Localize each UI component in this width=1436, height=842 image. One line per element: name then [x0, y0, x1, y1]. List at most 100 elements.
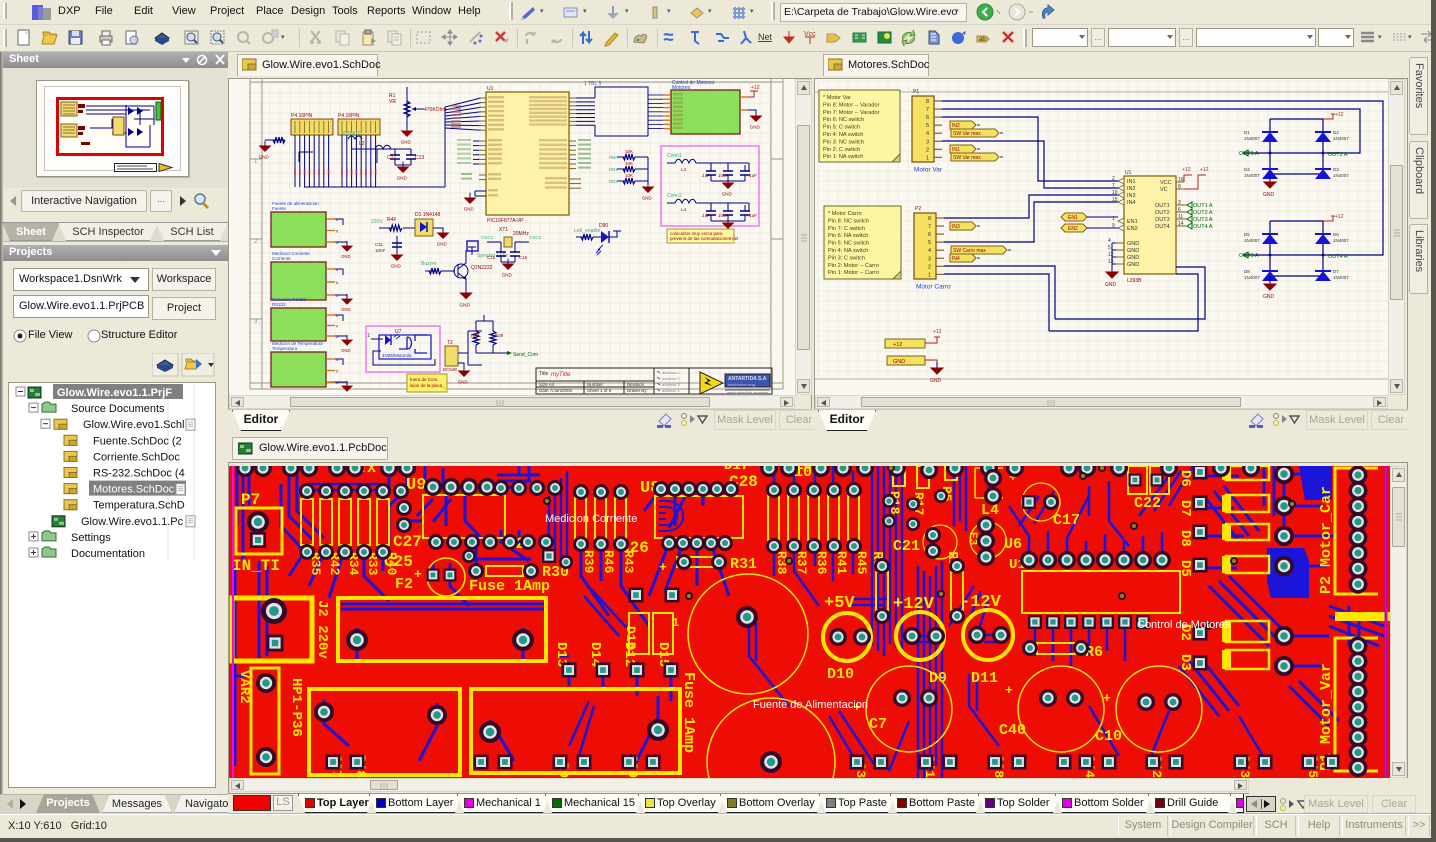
svg-text:1N4007: 1N4007 [1244, 275, 1260, 280]
svg-text:+5V: +5V [824, 594, 855, 613]
svg-text:Conn1: Conn1 [667, 153, 682, 159]
svg-text:EN2: EN2 [1068, 226, 1078, 232]
svg-text:C11: C11 [375, 242, 383, 247]
svg-text:Corriente: Corriente [272, 256, 291, 261]
svg-text:D8: D8 [1244, 269, 1250, 274]
svg-text:8: 8 [1178, 184, 1181, 190]
svg-text:D17: D17 [724, 466, 749, 474]
svg-text:R41: R41 [834, 551, 849, 575]
svg-text:Pin 4: NA switch: Pin 4: NA switch [823, 132, 863, 138]
svg-text:Pin 1: Motor -- Carro: Pin 1: Motor -- Carro [828, 270, 879, 276]
svg-text:D10: D10 [827, 666, 854, 683]
svg-text:2: 2 [1112, 176, 1115, 182]
svg-text:J2 220v: J2 220v [314, 600, 330, 659]
svg-text:C13: C13 [415, 155, 424, 161]
svg-text:P7: P7 [241, 491, 260, 509]
svg-text:14: 14 [1178, 221, 1184, 227]
svg-text:1N4007: 1N4007 [1333, 238, 1349, 243]
svg-text:C12: C12 [387, 155, 396, 161]
svg-text:+: + [659, 560, 667, 575]
svg-text:Medicion Corriente: Medicion Corriente [545, 513, 637, 525]
svg-text:R36: R36 [814, 551, 829, 575]
svg-text:Pin 5: C switch: Pin 5: C switch [823, 125, 860, 131]
svg-text:D5: D5 [1244, 232, 1250, 237]
svg-text:VAR2: VAR2 [236, 670, 252, 704]
svg-text:Fuente de Alimentacion: Fuente de Alimentacion [753, 699, 868, 711]
svg-text:Conn2: Conn2 [667, 193, 682, 199]
svg-text:Date 7/Jun/2005: Date 7/Jun/2005 [539, 388, 573, 393]
svg-text:D11: D11 [971, 670, 998, 687]
svg-text:Fuse 1Amp: Fuse 1Amp [469, 578, 550, 595]
svg-text:10K: 10K [625, 173, 633, 178]
svg-text:+12: +12 [1200, 167, 1209, 173]
svg-text:.1uF: .1uF [748, 213, 757, 218]
svg-text:D6: D6 [1177, 470, 1193, 487]
svg-text:GND: GND [341, 307, 350, 312]
svg-text:EN1: EN1 [1127, 219, 1138, 225]
svg-text:VCC: VCC [1160, 180, 1172, 186]
svg-text:GND: GND [1263, 192, 1275, 198]
svg-text:R4F: R4F [387, 217, 396, 223]
svg-text:OUT4: OUT4 [1155, 224, 1170, 230]
svg-text:1 TBL 5: 1 TBL 5 [584, 81, 601, 87]
svg-text:GND: GND [397, 176, 408, 181]
svg-text:GND: GND [1263, 294, 1275, 300]
svg-text:P2: P2 [915, 206, 921, 212]
svg-text:GND: GND [722, 192, 733, 197]
svg-text:XT1: XT1 [499, 227, 508, 233]
svg-text:5: 5 [928, 240, 931, 246]
svg-text:electronics eng.: electronics eng. [728, 382, 756, 387]
svg-text:Motores: Motores [672, 85, 691, 91]
svg-text:8: 8 [926, 99, 929, 105]
svg-text:RS232: RS232 [272, 302, 286, 307]
svg-text:OUT1: OUT1 [1155, 203, 1170, 209]
svg-text:1N4007: 1N4007 [1244, 173, 1260, 178]
svg-text:GND: GND [750, 125, 761, 130]
svg-text:Pin 5: NC switch: Pin 5: NC switch [828, 241, 869, 247]
svg-text:Settings: Settings [71, 532, 111, 544]
svg-text:GND: GND [1105, 282, 1117, 288]
svg-text:7: 7 [926, 107, 929, 113]
svg-text:Title: Title [539, 371, 548, 377]
svg-text:4N25/Motorola: 4N25/Motorola [382, 353, 412, 358]
svg-text:D15: D15 [623, 626, 638, 650]
svg-text:RB0: RB0 [609, 155, 618, 160]
svg-text:Buzzer: Buzzer [421, 261, 437, 267]
svg-text:1N4007: 1N4007 [1244, 238, 1260, 243]
svg-text:1: 1 [928, 272, 931, 278]
svg-text:IN4: IN4 [952, 256, 960, 262]
svg-text:OUT4 A: OUT4 A [1193, 224, 1213, 230]
svg-text:Sheet 1 of 6: Sheet 1 of 6 [587, 388, 612, 393]
svg-text:address 3: address 3 [662, 382, 680, 387]
svg-text:7: 7 [1112, 183, 1115, 189]
svg-text:Pin 8: Motor -- Varador: Pin 8: Motor -- Varador [823, 102, 880, 108]
svg-text:RS-232.SchDoc (4: RS-232.SchDoc (4 [93, 468, 185, 480]
svg-text:IN4: IN4 [1127, 200, 1136, 206]
svg-text:IN_TI: IN_TI [232, 557, 280, 575]
svg-text:+: + [1005, 683, 1013, 698]
svg-text:10uF: 10uF [718, 213, 729, 218]
svg-text:Size A4: Size A4 [539, 382, 555, 387]
svg-text:D1 1N4148: D1 1N4148 [415, 212, 441, 218]
svg-text:OUT3 A: OUT3 A [1193, 217, 1213, 223]
svg-text:OUT2 A: OUT2 A [1193, 210, 1213, 216]
svg-text:HP1-P36: HP1-P36 [288, 678, 304, 737]
svg-text:C16: C16 [519, 255, 528, 260]
svg-text:C22: C22 [1134, 495, 1161, 512]
svg-text:SW Var max: SW Var max [953, 131, 981, 137]
svg-text:D3: D3 [1177, 654, 1193, 671]
svg-text:xC1OUT: xC1OUT [341, 131, 360, 137]
svg-text:3: 3 [1178, 200, 1181, 206]
svg-text:OUT2 A: OUT2 A [1328, 152, 1348, 158]
svg-text:5: 5 [926, 123, 929, 129]
svg-text:IN2: IN2 [952, 123, 960, 129]
svg-text:Corriente.SchDoc: Corriente.SchDoc [93, 451, 180, 463]
svg-text:R31: R31 [730, 556, 757, 573]
svg-text:Motor Var: Motor Var [914, 166, 943, 173]
svg-text:470KOhm: 470KOhm [424, 107, 447, 113]
svg-text:U7: U7 [395, 329, 402, 335]
svg-text:Source Documents: Source Documents [71, 403, 165, 415]
svg-text:P4 16PIN: P4 16PIN [291, 113, 313, 119]
svg-text:2: 2 [926, 147, 929, 153]
svg-text:E3: E3 [966, 532, 978, 546]
